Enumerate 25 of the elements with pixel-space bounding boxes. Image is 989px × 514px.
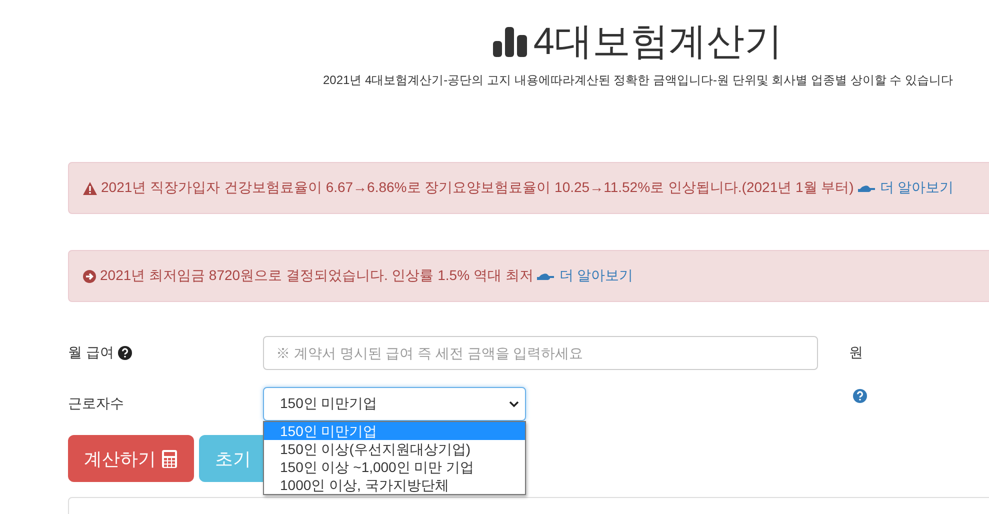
salary-input[interactable]: ※ 계약서 명시된 급여 즉 세전 금액을 입력하세요: [263, 336, 818, 370]
page-title: 4대보험계산기: [533, 20, 783, 65]
calculate-button[interactable]: 계산하기: [68, 435, 194, 482]
warning-icon: [83, 182, 97, 194]
workers-label: 근로자수: [68, 395, 124, 413]
dropdown-option[interactable]: 150인 이상 ~1,000인 미만 기업: [264, 458, 525, 476]
dropdown-option[interactable]: 150인 이상(우선지원대상기업): [264, 440, 525, 458]
arrow-circle-icon: [83, 270, 96, 282]
workers-select[interactable]: 150인 미만기업: [263, 387, 526, 421]
learn-more-link[interactable]: 더 알아보기: [880, 179, 954, 197]
unit-label: 원: [849, 343, 864, 362]
help-icon: [853, 389, 867, 403]
alert-text: 2021년 최저임금 8720원으로 결정되었습니다. 인상률 1.5% 역대 최저: [100, 267, 534, 285]
calculator-icon: [162, 450, 177, 468]
dropdown-option[interactable]: 150인 미만기업: [264, 422, 525, 440]
page-subtitle: 2021년 4대보험계산기-공단의 고지 내용에따라계산된 정확한 금액입니다-원 단위및 회사별 업종별 상이할 수 있습니다: [322, 72, 954, 89]
learn-more-link[interactable]: 더 알아보기: [559, 267, 634, 285]
pointing-hand-icon: [858, 183, 876, 193]
help-icon: [118, 346, 132, 360]
alert-text: 2021년 직장가입자 건강보험료율이 6.67→6.86%로 장기요양보험료율이 10.25→11.52%로 인상됩니다.(2021년 1월 부터): [101, 179, 854, 197]
salary-label: 월 급여: [68, 344, 114, 362]
chevron-down-icon: [509, 400, 519, 408]
bar-chart-icon: [493, 27, 528, 57]
pointing-hand-icon: [537, 271, 556, 281]
dropdown-option[interactable]: 1000인 이상, 국가지방단체: [264, 476, 525, 494]
